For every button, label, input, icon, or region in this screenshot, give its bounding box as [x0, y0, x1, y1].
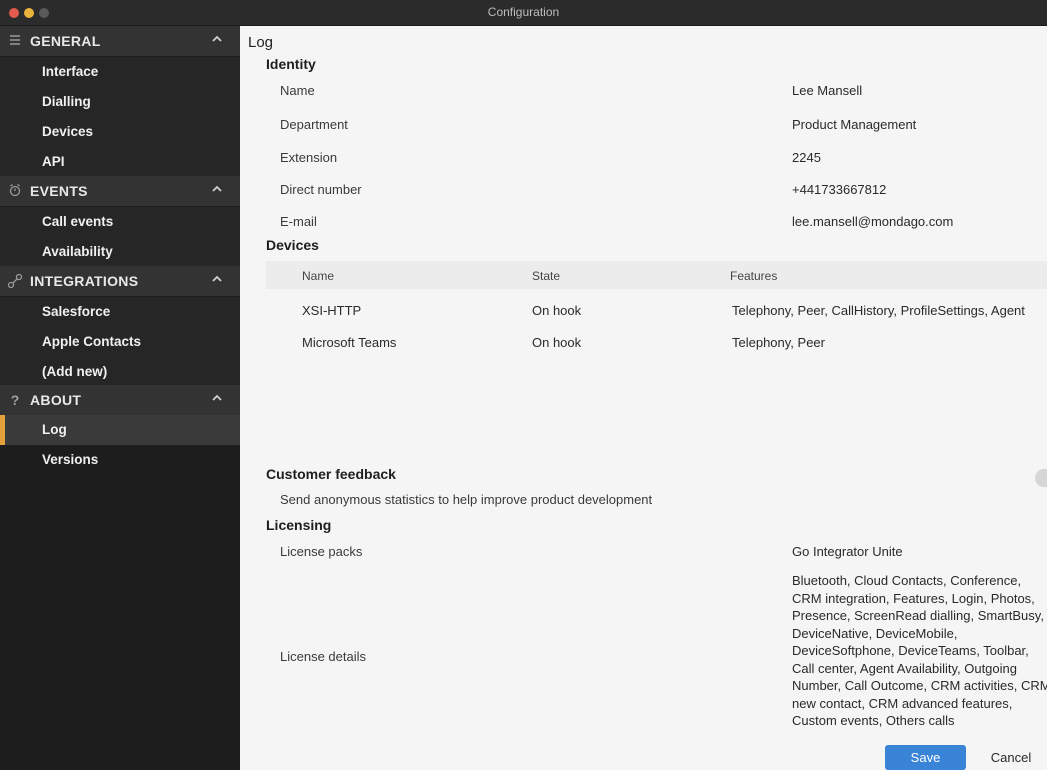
- feedback-heading: Customer feedback: [266, 466, 396, 482]
- sidebar-item-apple-contacts[interactable]: Apple Contacts: [0, 327, 240, 357]
- sidebar: GENERAL Interface Dialling Devices API E…: [0, 26, 240, 770]
- sidebar-item-label: Log: [42, 422, 67, 437]
- column-header-state[interactable]: State: [532, 269, 560, 283]
- save-button[interactable]: Save: [885, 745, 966, 770]
- sidebar-item-salesforce[interactable]: Salesforce: [0, 297, 240, 327]
- sidebar-item-call-events[interactable]: Call events: [0, 207, 240, 237]
- device-name: Microsoft Teams: [302, 335, 397, 350]
- device-state: On hook: [532, 335, 582, 350]
- section-header-general[interactable]: GENERAL: [0, 26, 240, 56]
- identity-label: Extension: [280, 150, 338, 165]
- sidebar-item-label: Salesforce: [42, 304, 111, 319]
- events-icon: [7, 183, 23, 199]
- section-label: ABOUT: [30, 392, 82, 408]
- identity-value: Lee Mansell: [792, 83, 863, 98]
- chevron-up-icon: [212, 275, 222, 282]
- identity-label: Direct number: [280, 182, 362, 197]
- sidebar-item-add-new[interactable]: (Add new): [0, 357, 240, 387]
- license-details-label: License details: [280, 649, 366, 664]
- device-state: On hook: [532, 303, 582, 318]
- identity-heading: Identity: [266, 56, 316, 72]
- section-label: EVENTS: [30, 183, 88, 199]
- devices-heading: Devices: [266, 237, 319, 253]
- feedback-text: Send anonymous statistics to help improv…: [280, 492, 653, 507]
- feedback-toggle[interactable]: [1035, 469, 1047, 487]
- sidebar-item-label: Devices: [42, 124, 94, 139]
- sidebar-item-availability[interactable]: Availability: [0, 237, 240, 267]
- sidebar-item-api[interactable]: API: [0, 147, 240, 177]
- window-title: Configuration: [487, 5, 560, 19]
- section-label: GENERAL: [30, 33, 101, 49]
- identity-value: +441733667812: [792, 182, 887, 197]
- identity-value: 2245: [792, 150, 821, 165]
- hamburger-icon: [7, 33, 23, 49]
- identity-label: Department: [280, 117, 348, 132]
- sidebar-item-label: (Add new): [42, 364, 108, 379]
- device-name: XSI-HTTP: [302, 303, 362, 318]
- integrations-icon: [7, 273, 23, 289]
- sidebar-item-label: Call events: [42, 214, 114, 229]
- table-row[interactable]: XSI-HTTP On hook Telephony, Peer, CallHi…: [266, 295, 1047, 325]
- section-header-integrations[interactable]: INTEGRATIONS: [0, 266, 240, 296]
- sidebar-item-label: Versions: [42, 452, 99, 467]
- sidebar-item-label: Dialling: [42, 94, 91, 109]
- license-packs-label: License packs: [280, 544, 363, 559]
- section-label: INTEGRATIONS: [30, 273, 139, 289]
- column-header-features[interactable]: Features: [730, 269, 777, 283]
- license-details-value: Bluetooth, Cloud Contacts, Conference, C…: [792, 573, 1047, 728]
- sidebar-item-versions[interactable]: Versions: [0, 445, 240, 475]
- main-panel: Log Identity Name Lee Mansell Department…: [240, 26, 1047, 770]
- device-features: Telephony, Peer: [732, 335, 825, 350]
- sidebar-item-log[interactable]: Log: [0, 415, 240, 445]
- cancel-button[interactable]: Cancel: [978, 745, 1044, 770]
- section-header-events[interactable]: EVENTS: [0, 176, 240, 206]
- sidebar-item-dialling[interactable]: Dialling: [0, 87, 240, 117]
- license-packs-value: Go Integrator Unite: [792, 544, 903, 559]
- sidebar-item-interface[interactable]: Interface: [0, 57, 240, 87]
- devices-table-header: Name State Features: [266, 261, 1047, 289]
- chevron-up-icon: [212, 35, 222, 42]
- identity-label: E-mail: [280, 214, 317, 229]
- chevron-up-icon: [212, 394, 222, 401]
- section-header-about[interactable]: ? ABOUT: [0, 385, 240, 415]
- sidebar-item-label: Availability: [42, 244, 113, 259]
- chevron-up-icon: [212, 185, 222, 192]
- identity-value: lee.mansell@mondago.com: [792, 214, 954, 229]
- identity-label: Name: [280, 83, 315, 98]
- table-row[interactable]: Microsoft Teams On hook Telephony, Peer: [266, 327, 1047, 357]
- sidebar-item-label: Apple Contacts: [42, 334, 142, 349]
- page-title: Log: [248, 34, 274, 51]
- sidebar-item-label: API: [42, 154, 65, 169]
- column-header-name[interactable]: Name: [302, 269, 334, 283]
- licensing-heading: Licensing: [266, 517, 332, 533]
- device-features: Telephony, Peer, CallHistory, ProfileSet…: [732, 303, 1025, 318]
- question-icon: ?: [10, 392, 20, 408]
- sidebar-item-devices[interactable]: Devices: [0, 117, 240, 147]
- identity-value: Product Management: [792, 117, 917, 132]
- title-bar: Configuration: [0, 0, 1047, 26]
- sidebar-item-label: Interface: [42, 64, 99, 79]
